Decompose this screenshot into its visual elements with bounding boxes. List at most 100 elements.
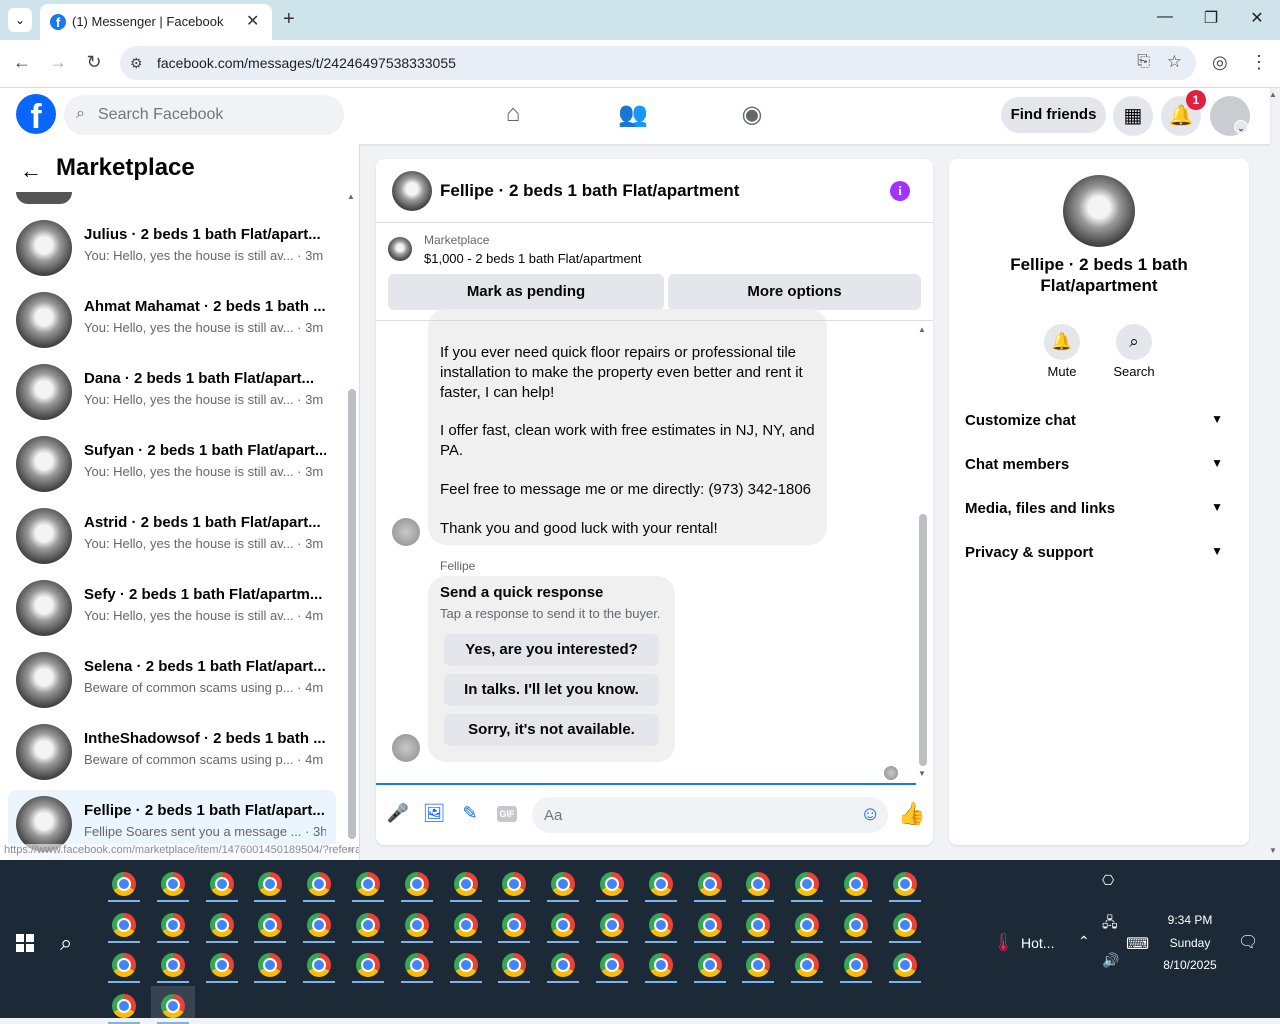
scroll-up-arrow-icon[interactable]: ▲ [918, 325, 926, 334]
chrome-taskbar-icon[interactable] [736, 905, 780, 943]
chevron-down-icon[interactable]: ⌄ [1234, 120, 1248, 134]
chrome-taskbar-icon[interactable] [590, 864, 634, 902]
facebook-search[interactable]: ⌕ [64, 95, 344, 135]
meet-now-icon[interactable]: ⎔ [1102, 872, 1114, 889]
chrome-taskbar-icon[interactable] [688, 905, 732, 943]
sender-avatar[interactable] [392, 734, 420, 762]
conversation-item[interactable]: Dana · 2 beds 1 bath Flat/apart... You: … [8, 358, 336, 430]
windows-start-icon[interactable] [16, 934, 34, 952]
chat-scrollbar[interactable] [919, 514, 927, 766]
back-arrow-icon[interactable]: ← [20, 158, 42, 184]
page-scroll-down-arrow-icon[interactable]: ▼ [1269, 846, 1277, 855]
facebook-logo-icon[interactable]: f [16, 94, 56, 136]
notification-center-icon[interactable]: 🗨 [1238, 932, 1258, 952]
chrome-taskbar-icon[interactable] [102, 945, 146, 983]
sticker-icon[interactable]: ✎ [458, 803, 482, 824]
install-app-icon[interactable]: ⎘ [1137, 53, 1150, 71]
thermometer-icon[interactable]: 🌡 [992, 932, 1015, 953]
bookmark-star-icon[interactable]: ☆ [1167, 52, 1182, 72]
new-tab-button[interactable]: + [283, 8, 295, 31]
mark-as-pending-button[interactable]: Mark as pending [388, 274, 664, 310]
chrome-taskbar-icon[interactable] [883, 905, 927, 943]
privacy-support-section[interactable]: Privacy & support ▼ [965, 544, 1233, 572]
gif-icon[interactable]: GIF [497, 806, 517, 822]
chrome-taskbar-icon[interactable] [785, 905, 829, 943]
clock-day[interactable]: Sunday [1150, 936, 1230, 950]
conversation-item[interactable]: Sefy · 2 beds 1 bath Flat/apartm... You:… [8, 574, 336, 646]
keyboard-icon[interactable]: ⌨ [1126, 934, 1149, 954]
chrome-taskbar-icon[interactable] [492, 905, 536, 943]
conversation-item[interactable]: Ahmat Mahamat · 2 beds 1 bath ... You: H… [8, 286, 336, 358]
chrome-taskbar-icon[interactable] [200, 905, 244, 943]
facebook-search-input[interactable] [98, 103, 328, 127]
chrome-taskbar-icon[interactable] [785, 945, 829, 983]
chrome-taskbar-icon[interactable] [102, 864, 146, 902]
chevron-up-icon[interactable]: ⌃ [1078, 933, 1090, 950]
chrome-taskbar-icon[interactable] [444, 905, 488, 943]
chrome-taskbar-icon[interactable] [395, 945, 439, 983]
thumbs-up-icon[interactable]: 👍 [898, 801, 925, 827]
browser-menu-icon[interactable]: ⋮ [1250, 52, 1268, 73]
customize-chat-section[interactable]: Customize chat ▼ [965, 412, 1233, 440]
scroll-down-arrow-icon[interactable]: ▼ [918, 769, 926, 778]
quick-response-option[interactable]: In talks. I'll let you know. [444, 674, 659, 706]
reload-button[interactable]: ↻ [82, 52, 106, 73]
groups-icon[interactable]: ◉ [732, 100, 772, 129]
minimize-button[interactable]: — [1150, 8, 1180, 26]
chat-members-section[interactable]: Chat members ▼ [965, 456, 1233, 484]
media-files-links-section[interactable]: Media, files and links ▼ [965, 500, 1233, 528]
quick-response-option[interactable]: Sorry, it's not available. [444, 714, 659, 746]
chrome-taskbar-icon[interactable] [785, 864, 829, 902]
conversation-item[interactable]: Julius · 2 beds 1 bath Flat/apart... You… [8, 214, 336, 286]
chrome-taskbar-icon[interactable] [346, 905, 390, 943]
chat-title[interactable]: Fellipe · 2 beds 1 bath Flat/apartment [440, 181, 739, 201]
chrome-taskbar-icon[interactable] [541, 945, 585, 983]
chrome-taskbar-icon[interactable] [590, 905, 634, 943]
home-icon[interactable]: ⌂ [493, 100, 533, 128]
chrome-taskbar-icon[interactable] [492, 945, 536, 983]
weather-text[interactable]: Hot... [1021, 935, 1054, 951]
network-icon[interactable]: 🖧 [1102, 912, 1118, 936]
chrome-taskbar-icon[interactable] [248, 905, 292, 943]
chrome-taskbar-icon[interactable] [248, 945, 292, 983]
tab-search-dropdown[interactable]: ⌄ [8, 8, 32, 32]
find-friends-button[interactable]: Find friends [1001, 97, 1106, 133]
chrome-taskbar-icon[interactable] [395, 905, 439, 943]
chrome-taskbar-icon[interactable] [346, 945, 390, 983]
chrome-taskbar-icon[interactable] [541, 864, 585, 902]
chrome-taskbar-icon[interactable] [688, 945, 732, 983]
search-label[interactable]: Search [1099, 364, 1169, 379]
chrome-taskbar-icon[interactable] [834, 945, 878, 983]
chrome-taskbar-icon[interactable] [736, 945, 780, 983]
chrome-taskbar-icon[interactable] [248, 864, 292, 902]
chrome-taskbar-icon[interactable] [736, 864, 780, 902]
chrome-taskbar-icon[interactable] [151, 945, 195, 983]
profile-icon[interactable]: ◎ [1212, 52, 1228, 73]
chrome-taskbar-icon[interactable] [151, 864, 195, 902]
clock-date[interactable]: 8/10/2025 [1150, 958, 1230, 972]
url-text[interactable]: facebook.com/messages/t/2424649753833305… [157, 55, 456, 71]
mute-label[interactable]: Mute [1027, 364, 1097, 379]
details-thumbnail[interactable] [1063, 175, 1135, 247]
chrome-taskbar-icon[interactable] [590, 945, 634, 983]
chrome-taskbar-icon[interactable] [297, 945, 341, 983]
sender-avatar[interactable] [392, 518, 420, 546]
scroll-up-arrow-icon[interactable]: ▲ [347, 192, 355, 201]
tab-close-icon[interactable]: ✕ [246, 11, 259, 31]
conversation-item[interactable]: Astrid · 2 beds 1 bath Flat/apart... You… [8, 502, 336, 574]
chrome-taskbar-icon[interactable] [834, 864, 878, 902]
chrome-taskbar-icon[interactable] [395, 864, 439, 902]
chrome-taskbar-icon[interactable] [639, 945, 683, 983]
item-price-title[interactable]: $1,000 - 2 beds 1 bath Flat/apartment [424, 251, 642, 266]
chat-header-thumbnail[interactable] [392, 171, 432, 211]
address-bar[interactable]: ⚙ facebook.com/messages/t/24246497538333… [120, 46, 1196, 80]
volume-icon[interactable]: 🔊 [1102, 952, 1119, 969]
chrome-taskbar-icon[interactable] [883, 945, 927, 983]
conversation-item[interactable]: IntheShadowsof · 2 beds 1 bath ... Bewar… [8, 718, 336, 790]
menu-grid-icon[interactable]: ▦ [1113, 96, 1153, 136]
chrome-taskbar-icon[interactable] [297, 864, 341, 902]
taskbar-search-icon[interactable]: ⌕ [60, 930, 72, 956]
chrome-taskbar-icon[interactable] [639, 905, 683, 943]
left-panel-scrollbar[interactable] [348, 389, 356, 839]
chrome-taskbar-icon[interactable] [346, 864, 390, 902]
